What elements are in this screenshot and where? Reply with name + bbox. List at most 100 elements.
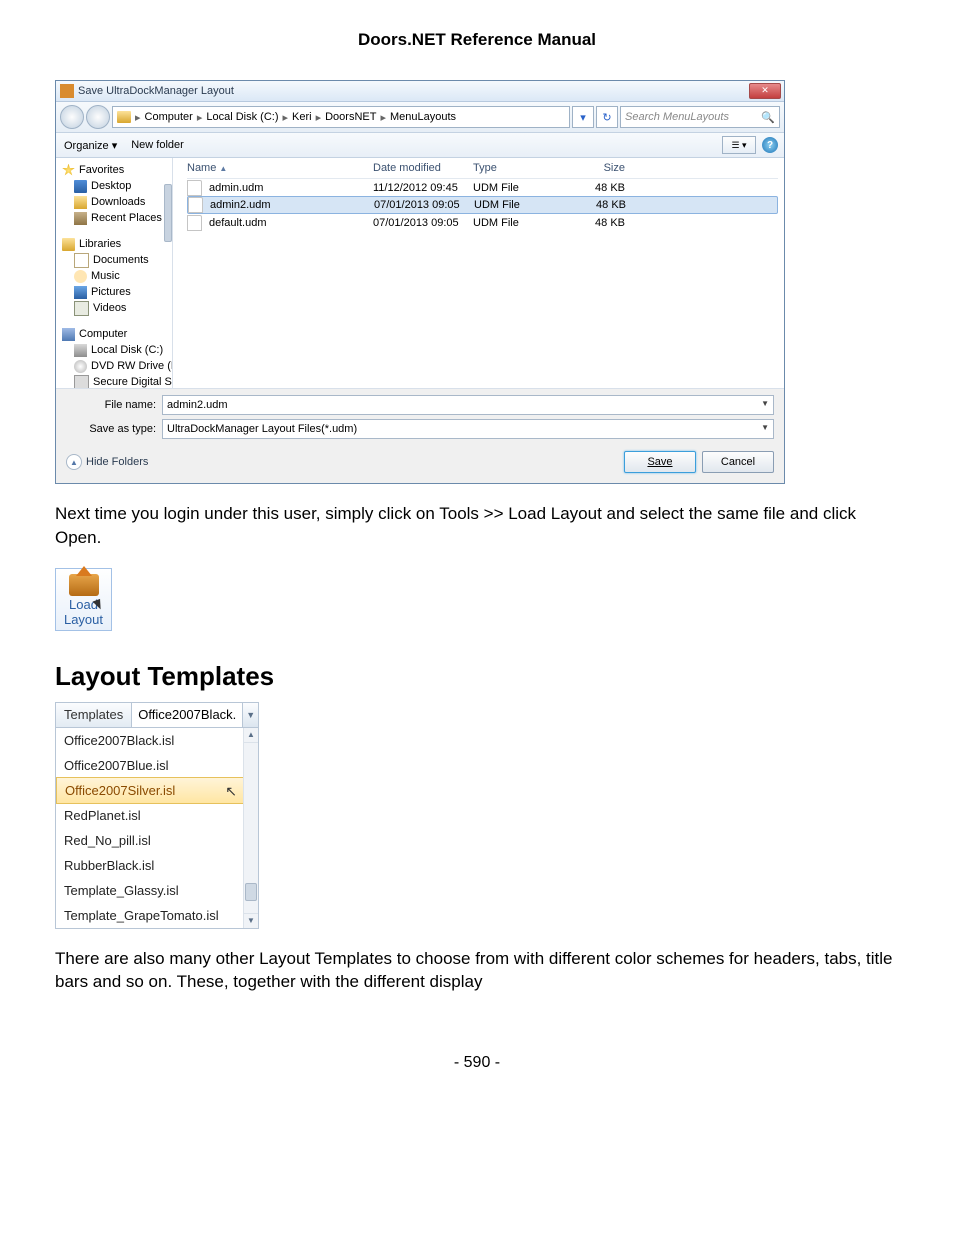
nav-label: Desktop (91, 180, 131, 192)
col-name[interactable]: Name▲ (187, 162, 373, 174)
save-button[interactable]: Save (624, 451, 696, 473)
column-headers[interactable]: Name▲ Date modified Type Size (187, 158, 778, 179)
template-item[interactable]: Template_GrapeTomato.isl (56, 903, 258, 928)
filename-label: File name: (66, 399, 156, 411)
cursor-icon: ↖ (225, 783, 237, 800)
refresh-button[interactable]: ↻ (596, 106, 618, 128)
pictures-icon (74, 286, 87, 299)
templates-label: Templates (56, 703, 132, 727)
saveastype-value: UltraDockManager Layout Files(*.udm) (167, 423, 357, 435)
template-item[interactable]: RedPlanet.isl (56, 803, 258, 828)
template-item[interactable]: Office2007Silver.isl↖ (56, 777, 258, 804)
close-button[interactable]: ✕ (749, 83, 781, 99)
nav-label: Libraries (79, 238, 121, 250)
nav-documents[interactable]: Documents (62, 252, 172, 268)
scrollbar-thumb[interactable] (245, 883, 257, 901)
file-row[interactable]: admin2.udm07/01/2013 09:05UDM File48 KB (187, 196, 778, 214)
breadcrumb-segment[interactable]: MenuLayouts (390, 111, 456, 123)
scrollbar-thumb[interactable] (164, 184, 172, 242)
sort-asc-icon: ▲ (219, 164, 227, 173)
saveastype-field[interactable]: UltraDockManager Layout Files(*.udm) ▼ (162, 419, 774, 439)
organize-menu[interactable]: Organize ▾ (64, 139, 117, 152)
section-heading: Layout Templates (55, 661, 899, 692)
help-button[interactable]: ? (762, 137, 778, 153)
nav-label: Music (91, 270, 120, 282)
body-paragraph: There are also many other Layout Templat… (55, 947, 899, 995)
nav-downloads[interactable]: Downloads (62, 194, 172, 210)
file-name: admin2.udm (210, 199, 271, 211)
search-input[interactable]: Search MenuLayouts 🔍 (620, 106, 780, 128)
history-dropdown[interactable]: ▾ (572, 106, 594, 128)
load-layout-button[interactable]: Load Layout (55, 568, 112, 631)
breadcrumb-segment[interactable]: Local Disk (C:) (206, 111, 278, 123)
address-bar-row: ▸ Computer ▸ Local Disk (C:) ▸ Keri ▸ Do… (56, 102, 784, 133)
file-type: UDM File (474, 199, 556, 211)
file-date: 11/12/2012 09:45 (373, 182, 473, 194)
nav-label: Videos (93, 302, 126, 314)
template-item[interactable]: Office2007Black.isl (56, 728, 258, 753)
nav-pictures[interactable]: Pictures (62, 284, 172, 300)
nav-dvd[interactable]: DVD RW Drive (D: (62, 358, 172, 374)
chevron-up-icon: ▲ (66, 454, 82, 470)
disk-icon (74, 344, 87, 357)
nav-label: Downloads (91, 196, 145, 208)
template-item[interactable]: RubberBlack.isl (56, 853, 258, 878)
documents-icon (74, 253, 89, 268)
nav-label: DVD RW Drive (D: (91, 360, 173, 372)
nav-desktop[interactable]: Desktop (62, 178, 172, 194)
nav-label: Recent Places (91, 212, 162, 224)
view-options-button[interactable]: ☰ ▾ (722, 136, 756, 154)
nav-music[interactable]: Music (62, 268, 172, 284)
chevron-down-icon[interactable]: ▼ (761, 399, 769, 408)
templates-value[interactable]: Office2007Black. (132, 703, 242, 727)
chevron-down-icon[interactable]: ▼ (761, 423, 769, 432)
dvd-icon (74, 360, 87, 373)
template-item[interactable]: Template_Glassy.isl (56, 878, 258, 903)
nav-computer[interactable]: Computer (62, 326, 172, 342)
hide-folders-toggle[interactable]: ▲ Hide Folders (66, 454, 148, 470)
load-layout-label-1: Load (56, 597, 111, 612)
file-date: 07/01/2013 09:05 (374, 199, 474, 211)
nav-favorites[interactable]: Favorites (62, 162, 172, 178)
libraries-icon (62, 238, 75, 251)
computer-icon (62, 328, 75, 341)
nav-label: Pictures (91, 286, 131, 298)
templates-scrollbar[interactable]: ▲ ▼ (243, 728, 258, 928)
nav-libraries[interactable]: Libraries (62, 236, 172, 252)
file-row[interactable]: default.udm07/01/2013 09:05UDM File48 KB (187, 214, 778, 231)
chevron-icon: ▸ (135, 111, 141, 124)
filename-value: admin2.udm (167, 399, 228, 411)
dialog-title: Save UltraDockManager Layout (78, 85, 234, 97)
desktop-icon (74, 180, 87, 193)
breadcrumb-segment[interactable]: Computer (145, 111, 193, 123)
videos-icon (74, 301, 89, 316)
cancel-button[interactable]: Cancel (702, 451, 774, 473)
breadcrumb-segment[interactable]: DoorsNET (325, 111, 376, 123)
load-layout-label-2: Layout (56, 612, 111, 627)
body-paragraph: Next time you login under this user, sim… (55, 502, 899, 550)
breadcrumb[interactable]: ▸ Computer ▸ Local Disk (C:) ▸ Keri ▸ Do… (112, 106, 570, 128)
new-folder-button[interactable]: New folder (131, 139, 184, 151)
col-date[interactable]: Date modified (373, 162, 473, 174)
forward-button[interactable] (86, 105, 110, 129)
page-number: - 590 - (55, 1054, 899, 1072)
file-type: UDM File (473, 182, 555, 194)
col-size[interactable]: Size (555, 162, 637, 174)
template-item[interactable]: Red_No_pill.isl (56, 828, 258, 853)
scroll-down-icon[interactable]: ▼ (244, 913, 258, 928)
nav-recent[interactable]: Recent Places (62, 210, 172, 226)
saveastype-label: Save as type: (66, 423, 156, 435)
templates-head: Templates Office2007Black. ▼ (56, 703, 258, 728)
nav-secure[interactable]: Secure Digital Stc (62, 374, 172, 388)
breadcrumb-segment[interactable]: Keri (292, 111, 312, 123)
file-row[interactable]: admin.udm11/12/2012 09:45UDM File48 KB (187, 179, 778, 196)
nav-videos[interactable]: Videos (62, 300, 172, 316)
nav-localdisk[interactable]: Local Disk (C:) (62, 342, 172, 358)
back-button[interactable] (60, 105, 84, 129)
scroll-up-icon[interactable]: ▲ (244, 728, 258, 743)
template-item[interactable]: Office2007Blue.isl (56, 753, 258, 778)
col-type[interactable]: Type (473, 162, 555, 174)
filename-field[interactable]: admin2.udm ▼ (162, 395, 774, 415)
templates-dropdown-button[interactable]: ▼ (242, 703, 258, 727)
folder-icon (117, 111, 131, 123)
